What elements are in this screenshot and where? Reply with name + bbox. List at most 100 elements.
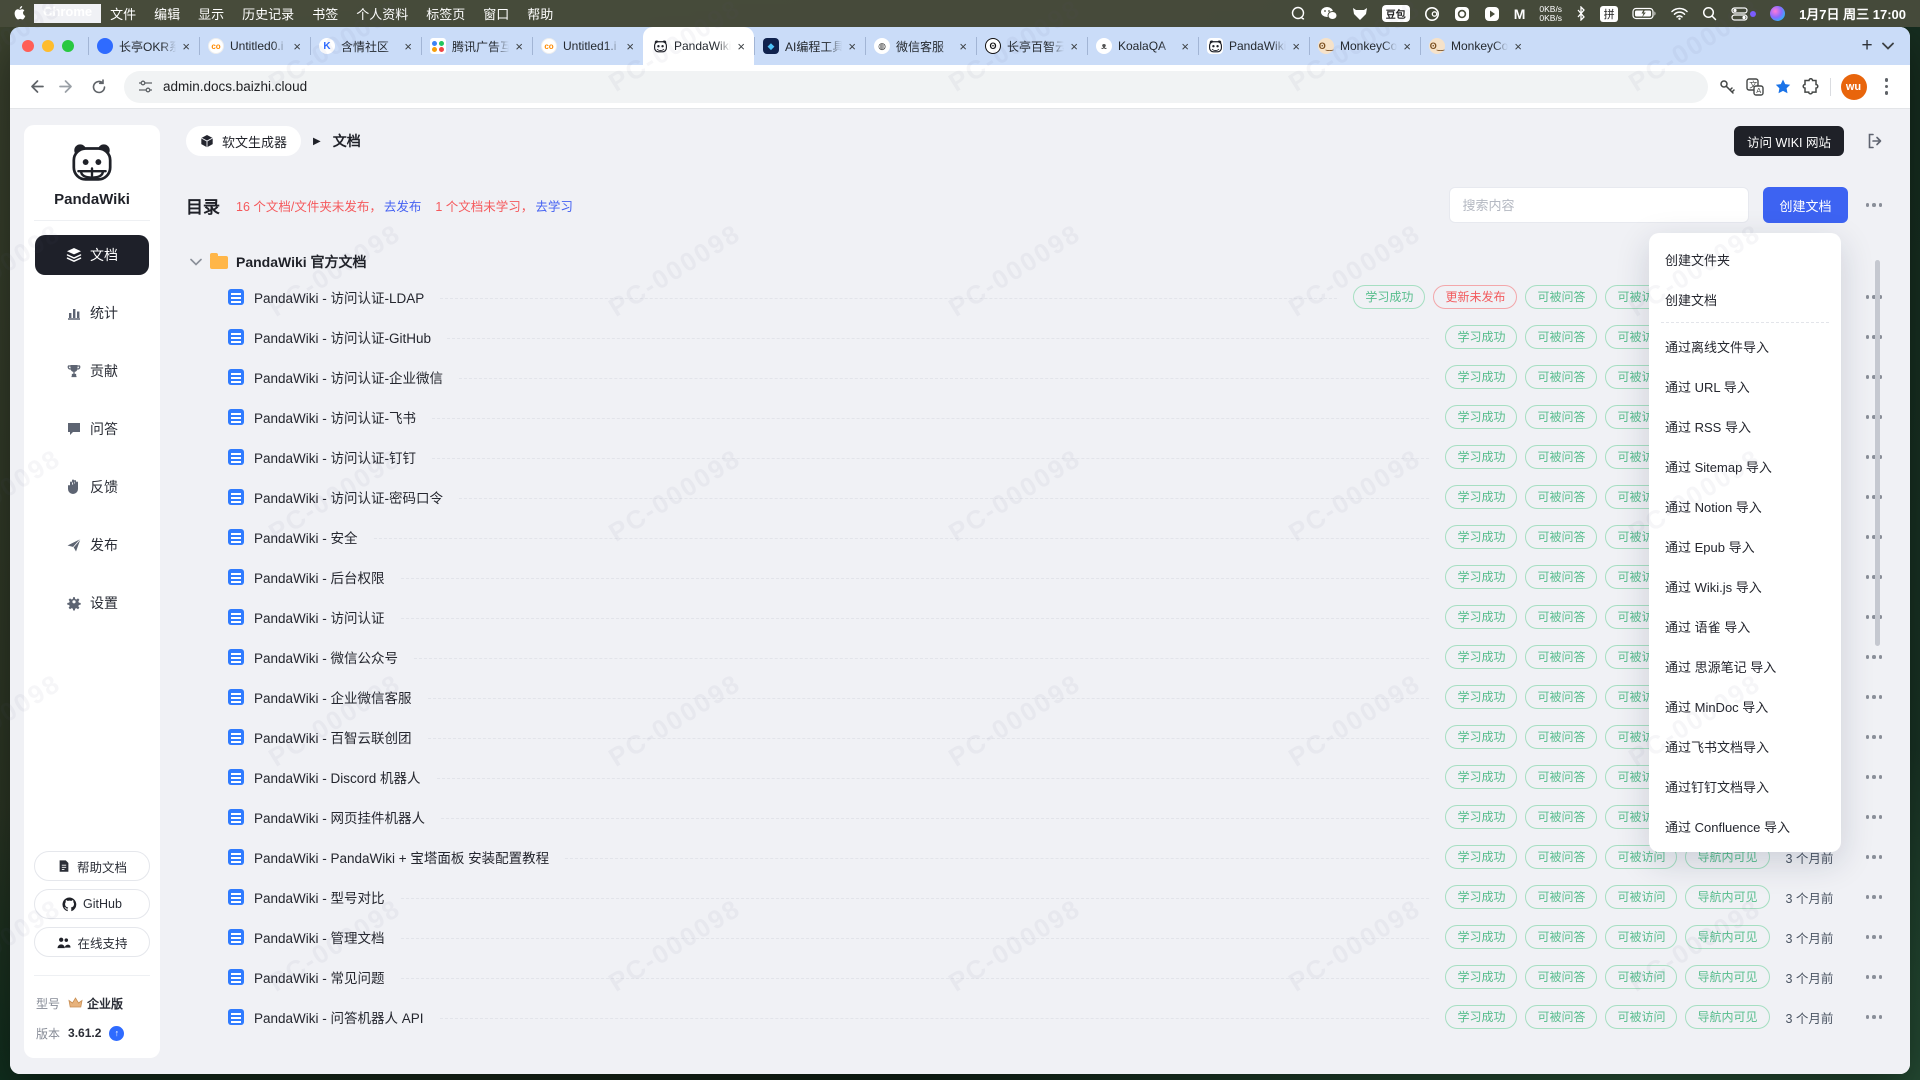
bluetooth-icon[interactable] <box>1576 5 1586 23</box>
minimize-window-button[interactable] <box>42 40 54 52</box>
row-actions-button[interactable] <box>1864 689 1885 705</box>
menubar-item[interactable]: 标签页 <box>417 4 474 23</box>
doc-name[interactable]: PandaWiki - 网页挂件机器人 <box>254 807 425 827</box>
o-app-icon[interactable] <box>1454 5 1470 23</box>
doc-name[interactable]: PandaWiki - 访问认证 <box>254 607 385 627</box>
menu-item[interactable]: 通过 思源笔记 导入 <box>1649 646 1841 686</box>
doc-row[interactable]: PandaWiki - 访问认证学习成功可被问答可被访问导航内可见3 个月前 <box>186 597 1884 637</box>
doc-name[interactable]: PandaWiki - PandaWiki + 宝塔面板 安装配置教程 <box>254 847 549 867</box>
row-actions-button[interactable] <box>1864 529 1885 545</box>
doc-row[interactable]: PandaWiki - 微信公众号学习成功可被问答可被访问导航内可见3 个月前 <box>186 637 1884 677</box>
menu-item[interactable]: 通过离线文件导入 <box>1649 326 1841 366</box>
menubar-item[interactable]: 窗口 <box>474 4 518 23</box>
tab-close-icon[interactable]: × <box>1403 39 1411 54</box>
menu-item[interactable]: 通过 Notion 导入 <box>1649 486 1841 526</box>
doc-name[interactable]: PandaWiki - 安全 <box>254 527 358 547</box>
row-actions-button[interactable] <box>1864 1009 1885 1025</box>
browser-tab[interactable]: ᴥKoalaQA× <box>1087 27 1198 65</box>
battery-icon[interactable] <box>1632 5 1657 23</box>
row-actions-button[interactable] <box>1864 329 1885 345</box>
doc-name[interactable]: PandaWiki - 问答机器人 API <box>254 1007 424 1027</box>
row-actions-button[interactable] <box>1864 609 1885 625</box>
browser-tab[interactable]: ◍微信客服× <box>865 27 976 65</box>
sidebar-item-hand[interactable]: 反馈 <box>35 467 149 507</box>
sidebar-item-layers[interactable]: 文档 <box>35 235 149 275</box>
tab-close-icon[interactable]: × <box>848 39 856 54</box>
doc-name[interactable]: PandaWiki - 访问认证-LDAP <box>254 287 424 307</box>
row-actions-button[interactable] <box>1864 409 1885 425</box>
translate-icon[interactable]: 文A <box>1746 78 1764 96</box>
doc-row[interactable]: PandaWiki - 型号对比学习成功可被问答可被访问导航内可见3 个月前 <box>186 877 1884 917</box>
browser-tab[interactable]: ʘ‿MonkeyCo× <box>1420 27 1531 65</box>
more-actions-button[interactable] <box>1864 197 1885 213</box>
fox-icon[interactable] <box>1352 5 1368 23</box>
row-actions-button[interactable] <box>1864 649 1885 665</box>
chrome-menu-button[interactable] <box>1877 74 1897 99</box>
tab-close-icon[interactable]: × <box>737 39 745 54</box>
qq-icon[interactable] <box>1290 5 1306 23</box>
menu-item[interactable]: 通过 Wiki.js 导入 <box>1649 566 1841 606</box>
wechat-icon[interactable] <box>1320 5 1338 23</box>
browser-tab[interactable]: ◆AI编程工具× <box>754 27 865 65</box>
go-publish-link[interactable]: 去发布 <box>384 196 422 215</box>
doc-row[interactable]: PandaWiki - 问答机器人 API学习成功可被问答可被访问导航内可见3 … <box>186 997 1884 1037</box>
doc-row[interactable]: PandaWiki - 百智云联创团学习成功可被问答可被访问导航内可见3 个月前 <box>186 717 1884 757</box>
doc-row[interactable]: PandaWiki - PandaWiki + 宝塔面板 安装配置教程学习成功可… <box>186 837 1884 877</box>
row-actions-button[interactable] <box>1864 569 1885 585</box>
tab-close-icon[interactable]: × <box>1292 39 1300 54</box>
doc-name[interactable]: PandaWiki - 后台权限 <box>254 567 385 587</box>
menu-item[interactable]: 通过 Sitemap 导入 <box>1649 446 1841 486</box>
doc-name[interactable]: PandaWiki - 访问认证-飞书 <box>254 407 416 427</box>
menu-item[interactable]: 通过 RSS 导入 <box>1649 406 1841 446</box>
doc-name[interactable]: PandaWiki - 访问认证-密码口令 <box>254 487 443 507</box>
siri-icon[interactable] <box>1770 6 1785 21</box>
sidebar-item-send[interactable]: 发布 <box>35 525 149 565</box>
tab-close-icon[interactable]: × <box>293 39 301 54</box>
menu-item[interactable]: 通过 MinDoc 导入 <box>1649 686 1841 726</box>
menubar-clock[interactable]: 1月7日 周三 17:00 <box>1799 4 1906 23</box>
visit-wiki-button[interactable]: 访问 WIKI 网站 <box>1734 126 1844 156</box>
browser-tab[interactable]: PandaWiki× <box>1198 27 1309 65</box>
browser-tab[interactable]: ʘ‿MonkeyCo× <box>1309 27 1420 65</box>
spotlight-icon[interactable] <box>1702 5 1717 23</box>
doc-name[interactable]: PandaWiki - Discord 机器人 <box>254 767 421 787</box>
play-app-icon[interactable] <box>1484 5 1500 23</box>
menu-item[interactable]: 通过 Confluence 导入 <box>1649 806 1841 846</box>
tab-close-icon[interactable]: × <box>959 39 967 54</box>
extensions-icon[interactable] <box>1802 78 1820 96</box>
tab-close-icon[interactable]: × <box>1514 39 1522 54</box>
sidebar-item-trophy[interactable]: 贡献 <box>35 351 149 391</box>
sidebar-item-chart[interactable]: 统计 <box>35 293 149 333</box>
go-learn-link[interactable]: 去学习 <box>535 196 573 215</box>
browser-tab[interactable]: coUntitled1.i× <box>532 27 643 65</box>
tab-close-icon[interactable]: × <box>626 39 634 54</box>
doc-row[interactable]: PandaWiki - 企业微信客服学习成功可被问答可被访问导航内可见3 个月前 <box>186 677 1884 717</box>
back-button[interactable] <box>20 72 50 102</box>
site-settings-icon[interactable] <box>138 79 153 94</box>
search-input[interactable] <box>1449 187 1749 223</box>
doc-row[interactable]: PandaWiki - 访问认证-飞书学习成功可被问答可被访问导航内可见3 个月… <box>186 397 1884 437</box>
doc-name[interactable]: PandaWiki - 访问认证-企业微信 <box>254 367 443 387</box>
doc-name[interactable]: PandaWiki - 微信公众号 <box>254 647 398 667</box>
doc-row[interactable]: PandaWiki - 访问认证-GitHub学习成功可被问答可被访问导航内可见… <box>186 317 1884 357</box>
tab-close-icon[interactable]: × <box>1070 39 1078 54</box>
menu-item[interactable]: 通过 URL 导入 <box>1649 366 1841 406</box>
doc-row[interactable]: PandaWiki - 管理文档学习成功可被问答可被访问导航内可见3 个月前 <box>186 917 1884 957</box>
list-scrollbar[interactable] <box>1875 260 1880 646</box>
password-key-icon[interactable] <box>1718 78 1736 96</box>
m-app-icon[interactable]: M <box>1514 5 1526 23</box>
browser-tab[interactable]: 长亭OKR系× <box>88 27 199 65</box>
breadcrumb-app[interactable]: 软文生成器 <box>186 126 301 156</box>
row-actions-button[interactable] <box>1864 449 1885 465</box>
doc-name[interactable]: PandaWiki - 访问认证-GitHub <box>254 327 431 347</box>
adobe-cc-icon[interactable] <box>1424 5 1440 23</box>
menubar-item[interactable]: 帮助 <box>518 4 562 23</box>
menubar-item[interactable]: 显示 <box>189 4 233 23</box>
url-text[interactable]: admin.docs.baizhi.cloud <box>163 79 307 94</box>
menu-item[interactable]: 通过飞书文档导入 <box>1649 726 1841 766</box>
apple-icon[interactable] <box>14 6 28 22</box>
menubar-item[interactable]: 个人资料 <box>347 4 417 23</box>
sidebar-footer-doc-button[interactable]: 帮助文档 <box>34 851 150 881</box>
browser-tab[interactable]: coUntitled0.i× <box>199 27 310 65</box>
menu-item[interactable]: 通过 语雀 导入 <box>1649 606 1841 646</box>
